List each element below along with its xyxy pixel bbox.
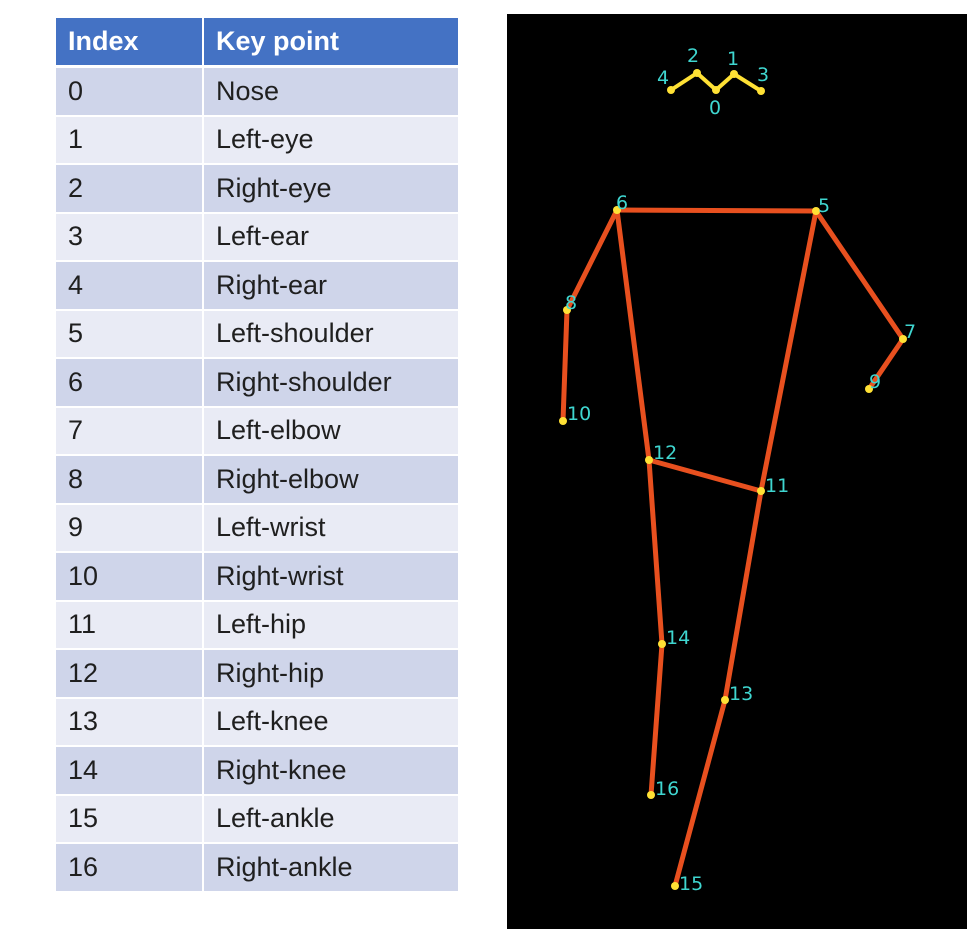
keypoint-label-11: 11 <box>765 475 789 497</box>
table-row: 3 Left-ear <box>56 213 460 262</box>
keypoint-name-cell: Left-eye <box>204 116 460 165</box>
table-row: 5 Left-shoulder <box>56 310 460 359</box>
keypoint-name-cell: Right-elbow <box>204 456 460 505</box>
keypoint-name-cell: Right-ankle <box>204 844 460 893</box>
keypoint-label-0: 0 <box>709 97 721 119</box>
keypoint-label-5: 5 <box>818 195 830 217</box>
keypoint-index-cell: 6 <box>56 359 204 408</box>
keypoint-index-cell: 5 <box>56 310 204 359</box>
keypoint-label-12: 12 <box>653 442 677 464</box>
skeleton-svg: 012345678910111213141516 <box>559 45 916 895</box>
keypoint-index-cell: 13 <box>56 698 204 747</box>
keypoint-index-cell: 3 <box>56 213 204 262</box>
keypoint-label-14: 14 <box>666 627 690 649</box>
keypoint-name-cell: Right-eye <box>204 165 460 214</box>
bone-13-15 <box>672 697 728 889</box>
keypoint-label-15: 15 <box>679 873 703 895</box>
keypoint-name-cell: Right-ear <box>204 262 460 311</box>
keypoint-12 <box>645 456 653 464</box>
keypoint-label-13: 13 <box>729 683 753 705</box>
keypoint-index-cell: 14 <box>56 747 204 796</box>
keypoint-name-cell: Left-elbow <box>204 407 460 456</box>
keypoint-label-9: 9 <box>869 371 881 393</box>
keypoint-name-cell: Right-shoulder <box>204 359 460 408</box>
table-row: 4 Right-ear <box>56 262 460 311</box>
table-row: 2 Right-eye <box>56 165 460 214</box>
keypoint-15 <box>671 882 679 890</box>
keypoint-name-cell: Left-knee <box>204 698 460 747</box>
skeleton-diagram: 0 1 2 3 4 5 6 7 8 9 10 11 12 13 14 15 16 <box>507 14 967 929</box>
bone-12-11 <box>646 457 764 494</box>
bone-6-12 <box>614 207 652 463</box>
keypoint-label-3: 3 <box>757 64 769 86</box>
keypoint-name-cell: Right-knee <box>204 747 460 796</box>
bone-11-13 <box>722 488 764 703</box>
keypoint-name-cell: Right-wrist <box>204 553 460 602</box>
table-row: 12 Right-hip <box>56 650 460 699</box>
keypoint-index-cell: 2 <box>56 165 204 214</box>
table-row: 9 Left-wrist <box>56 504 460 553</box>
keypoint-index-cell: 15 <box>56 795 204 844</box>
keypoint-13 <box>721 696 729 704</box>
keypoint-label-8: 8 <box>565 292 577 314</box>
keypoint-name-cell: Left-wrist <box>204 504 460 553</box>
keypoint-1 <box>730 70 738 78</box>
table-row: 1 Left-eye <box>56 116 460 165</box>
keypoint-name-cell: Left-shoulder <box>204 310 460 359</box>
keypoint-label-1: 1 <box>727 48 739 70</box>
keypoint-index-cell: 11 <box>56 601 204 650</box>
keypoint-index-cell: 16 <box>56 844 204 893</box>
keypoint-name-cell: Left-hip <box>204 601 460 650</box>
keypoint-label-4: 4 <box>657 67 669 89</box>
table-row: 13 Left-knee <box>56 698 460 747</box>
keypoint-table: Index Key point 0 Nose 1 Left-eye 2 Right-eye… <box>56 18 460 893</box>
keypoint-index-cell: 8 <box>56 456 204 505</box>
keypoint-10 <box>559 417 567 425</box>
table-row: 6 Right-shoulder <box>56 359 460 408</box>
table-row: 0 Nose <box>56 68 460 117</box>
keypoint-name-cell: Nose <box>204 68 460 117</box>
keypoint-index-cell: 4 <box>56 262 204 311</box>
keypoint-label-16: 16 <box>655 778 679 800</box>
keypoint-name-cell: Left-ear <box>204 213 460 262</box>
bone-5-7 <box>813 208 906 342</box>
keypoint-index-cell: 7 <box>56 407 204 456</box>
face-link-4-2 <box>669 71 699 92</box>
table-row: 15 Left-ankle <box>56 795 460 844</box>
keypoint-name-cell: Right-hip <box>204 650 460 699</box>
keypoint-label-6: 6 <box>616 192 628 214</box>
keypoint-label-10: 10 <box>567 403 591 425</box>
table-row: 11 Left-hip <box>56 601 460 650</box>
table-row: 10 Right-wrist <box>56 553 460 602</box>
bone-14-16 <box>648 641 665 798</box>
table-row: 8 Right-elbow <box>56 456 460 505</box>
table-row: 16 Right-ankle <box>56 844 460 893</box>
keypoint-index-cell: 9 <box>56 504 204 553</box>
bones <box>560 207 906 889</box>
table-body: 0 Nose 1 Left-eye 2 Right-eye 3 Left-ear 4 Right-… <box>56 68 460 893</box>
table-row: 14 Right-knee <box>56 747 460 796</box>
keypoint-3 <box>757 87 765 95</box>
keypoint-index-cell: 0 <box>56 68 204 117</box>
keypoint-label-7: 7 <box>904 321 916 343</box>
keypoint-11 <box>757 487 765 495</box>
keypoint-index-cell: 12 <box>56 650 204 699</box>
table-header-row: Index Key point <box>56 18 460 68</box>
bone-5-6 <box>614 207 819 214</box>
keypoint-16 <box>647 791 655 799</box>
keypoints <box>559 69 907 890</box>
keypoint-14 <box>658 640 666 648</box>
keypoint-index-cell: 1 <box>56 116 204 165</box>
keypoint-index-cell: 10 <box>56 553 204 602</box>
keypoint-labels: 012345678910111213141516 <box>565 45 916 895</box>
keypoint-2 <box>693 69 701 77</box>
column-header-key-point: Key point <box>204 18 460 68</box>
column-header-index: Index <box>56 18 204 68</box>
bone-12-14 <box>646 457 665 647</box>
bone-5-11 <box>758 208 819 494</box>
keypoint-label-2: 2 <box>687 45 699 67</box>
table-row: 7 Left-elbow <box>56 407 460 456</box>
keypoint-0 <box>712 86 720 94</box>
keypoint-name-cell: Left-ankle <box>204 795 460 844</box>
